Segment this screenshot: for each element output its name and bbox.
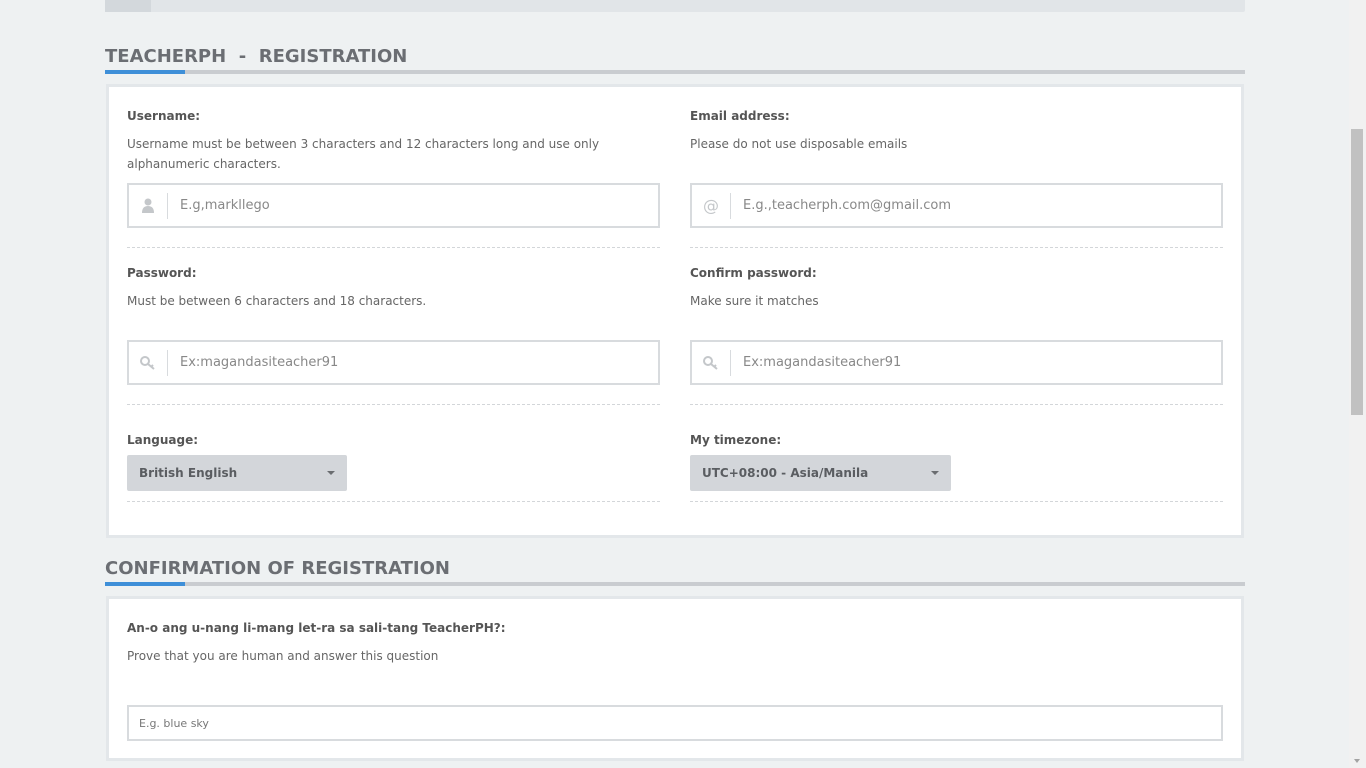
- input-separator: [167, 193, 168, 219]
- divider: [690, 247, 1223, 248]
- timezone-select[interactable]: UTC+08:00 - Asia/Manila: [690, 455, 951, 491]
- input-separator: [730, 193, 731, 219]
- user-icon: [129, 185, 167, 226]
- username-input-wrap: [127, 183, 660, 228]
- confirmation-title: CONFIRMATION OF REGISTRATION: [105, 558, 450, 579]
- confirm-password-input-wrap: [690, 340, 1223, 385]
- top-nav-tab[interactable]: [105, 0, 151, 12]
- top-nav-bar: [105, 0, 1245, 12]
- password-hint: Must be between 6 characters and 18 char…: [127, 294, 427, 308]
- password-input-wrap: [127, 340, 660, 385]
- password-label: Password:: [127, 266, 197, 280]
- timezone-field-group: My timezone: UTC+08:00 - Asia/Manila: [690, 433, 1223, 493]
- registration-panel: Username: Username must be between 3 cha…: [106, 84, 1244, 538]
- title-accent-bar: [105, 70, 185, 74]
- title-accent-bar: [105, 582, 185, 586]
- captcha-input-wrap: [127, 705, 1223, 741]
- divider: [690, 501, 1223, 502]
- divider: [690, 404, 1223, 405]
- divider: [127, 501, 660, 502]
- email-label: Email address:: [690, 109, 790, 123]
- username-field-group: Username: Username must be between 3 cha…: [127, 109, 660, 229]
- confirmation-panel: An-o ang u-nang li-mang let-ra sa sali-t…: [106, 596, 1244, 761]
- username-hint: Username must be between 3 characters an…: [127, 137, 600, 171]
- registration-title: TEACHERPH - REGISTRATION: [105, 46, 408, 67]
- page-scrollbar[interactable]: [1349, 0, 1366, 768]
- scroll-down-arrow-icon[interactable]: [1354, 759, 1360, 763]
- captcha-field-group: An-o ang u-nang li-mang let-ra sa sali-t…: [127, 621, 1223, 751]
- username-label: Username:: [127, 109, 201, 123]
- confirm-password-field-group: Confirm password: Make sure it matches: [690, 266, 1223, 386]
- email-field-group: Email address: Please do not use disposa…: [690, 109, 1223, 229]
- divider: [127, 404, 660, 405]
- timezone-selected-value: UTC+08:00 - Asia/Manila: [702, 466, 869, 480]
- key-icon: [129, 342, 167, 383]
- confirmation-section-header: CONFIRMATION OF REGISTRATION: [105, 558, 1245, 586]
- scrollbar-thumb[interactable]: [1351, 129, 1363, 415]
- input-separator: [167, 350, 168, 376]
- language-select[interactable]: British English: [127, 455, 347, 491]
- captcha-hint: Prove that you are human and answer this…: [127, 649, 439, 663]
- email-hint: Please do not use disposable emails: [690, 137, 908, 151]
- confirm-password-hint: Make sure it matches: [690, 294, 819, 308]
- password-field-group: Password: Must be between 6 characters a…: [127, 266, 660, 386]
- input-separator: [730, 350, 731, 376]
- language-field-group: Language: British English: [127, 433, 660, 493]
- registration-section-header: TEACHERPH - REGISTRATION: [105, 46, 1245, 74]
- divider: [127, 247, 660, 248]
- confirm-password-label: Confirm password:: [690, 266, 817, 280]
- language-label: Language:: [127, 433, 199, 447]
- chevron-down-icon: [327, 471, 335, 475]
- captcha-question-label: An-o ang u-nang li-mang let-ra sa sali-t…: [127, 621, 506, 635]
- key-icon: [692, 342, 730, 383]
- email-input[interactable]: [732, 185, 1212, 226]
- timezone-label: My timezone:: [690, 433, 782, 447]
- chevron-down-icon: [931, 471, 939, 475]
- username-input[interactable]: [169, 185, 649, 226]
- language-selected-value: British English: [139, 466, 238, 480]
- captcha-answer-input[interactable]: [129, 707, 1221, 739]
- at-icon: @: [703, 196, 719, 215]
- email-input-wrap: @: [690, 183, 1223, 228]
- confirm-password-input[interactable]: [732, 342, 1212, 383]
- password-input[interactable]: [169, 342, 649, 383]
